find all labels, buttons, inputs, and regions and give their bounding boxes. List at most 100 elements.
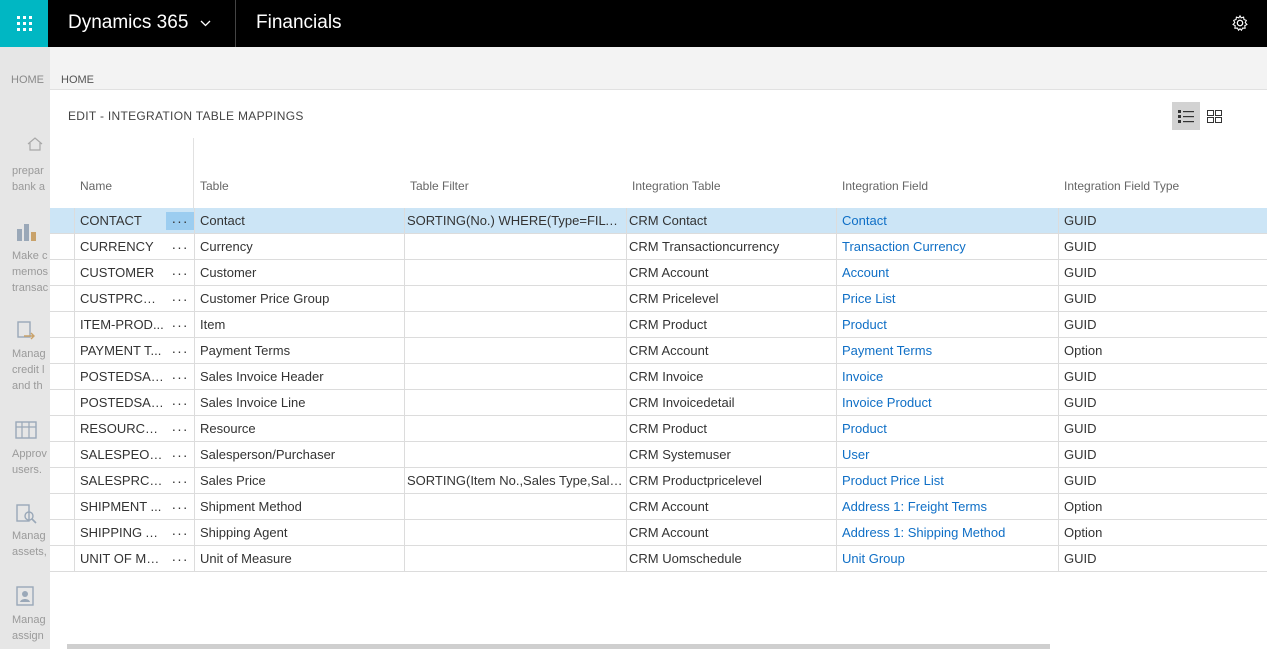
table-row[interactable]: SALESPRC-P... Sales Price SORTING(Item No.…: [50, 468, 1267, 494]
cell-integration-field-type: GUID: [1064, 473, 1097, 488]
cell-integration-field[interactable]: User: [842, 442, 1054, 467]
cell-integration-field[interactable]: Transaction Currency: [842, 234, 1054, 259]
row-menu-button[interactable]: ···: [166, 550, 194, 568]
row-menu-button[interactable]: ···: [166, 290, 194, 308]
cell-divider: [194, 442, 195, 467]
table-row[interactable]: CUSTOMER Customer CRM Account Account GUID ··…: [50, 260, 1267, 286]
horizontal-scrollbar[interactable]: [67, 644, 1050, 649]
cell-integration-table: CRM Invoice: [629, 369, 704, 384]
grid-header: Name Table Table Filter Integration Tabl…: [50, 138, 1267, 208]
cell-table: Resource: [200, 421, 256, 436]
table-row[interactable]: SALESPEOPLE Salesperson/Purchaser CRM Syst…: [50, 442, 1267, 468]
column-header-name[interactable]: Name: [80, 179, 112, 193]
cell-integration-field[interactable]: Product Price List: [842, 468, 1054, 493]
cell-divider: [836, 468, 837, 493]
cell-divider: [1058, 312, 1059, 337]
cell-integration-field-type: GUID: [1064, 369, 1097, 384]
table-row[interactable]: SHIPMENT ... Shipment Method CRM Account Ad…: [50, 494, 1267, 520]
module-name: Financials: [256, 12, 342, 33]
row-menu-button[interactable]: ···: [166, 446, 194, 464]
cell-divider: [74, 546, 75, 571]
table-row[interactable]: RESOURCE-... Resource CRM Product Product GU…: [50, 416, 1267, 442]
cell-divider: [836, 390, 837, 415]
cell-integration-field[interactable]: Price List: [842, 286, 1054, 311]
table-row[interactable]: POSTEDSAL... Sales Invoice Header CRM Invo…: [50, 364, 1267, 390]
table-row[interactable]: PAYMENT T... Payment Terms CRM Account Paym…: [50, 338, 1267, 364]
cell-integration-table: CRM Transactioncurrency: [629, 239, 780, 254]
cell-divider: [836, 442, 837, 467]
cell-name: CONTACT: [80, 213, 142, 228]
cell-divider: [74, 390, 75, 415]
edit-dialog: HOME EDIT - INTEGRATION TABLE MAPPINGS N…: [50, 47, 1267, 649]
cell-table: Unit of Measure: [200, 551, 292, 566]
cell-divider: [1058, 260, 1059, 285]
cell-integration-field[interactable]: Contact: [842, 208, 1054, 233]
table-row[interactable]: ITEM-PROD... Item CRM Product Product GUID ··…: [50, 312, 1267, 338]
cell-divider: [74, 286, 75, 311]
topbar-divider: [235, 0, 236, 47]
row-menu-button[interactable]: ···: [166, 264, 194, 282]
column-header-integration-field[interactable]: Integration Field: [842, 179, 928, 193]
cell-table: Customer Price Group: [200, 291, 330, 306]
column-header-table-filter[interactable]: Table Filter: [410, 179, 469, 193]
table-row[interactable]: UNIT OF ME... Unit of Measure CRM Uomsched…: [50, 546, 1267, 572]
row-menu-button[interactable]: ···: [166, 524, 194, 542]
column-header-integration-table[interactable]: Integration Table: [632, 179, 721, 193]
cell-divider: [836, 338, 837, 363]
cell-integration-field[interactable]: Invoice: [842, 364, 1054, 389]
cell-divider: [626, 494, 627, 519]
cell-integration-field-type: GUID: [1064, 213, 1097, 228]
background-item-3: Manag credit l and th: [12, 348, 46, 392]
column-header-table[interactable]: Table: [200, 179, 229, 193]
row-menu-button[interactable]: ···: [166, 472, 194, 490]
tile-view-button[interactable]: [1200, 102, 1228, 130]
cell-name: SHIPPING A...: [80, 525, 164, 540]
cell-divider: [836, 546, 837, 571]
list-view-button[interactable]: [1172, 102, 1200, 130]
cell-integration-field[interactable]: Product: [842, 416, 1054, 441]
row-menu-button[interactable]: ···: [166, 368, 194, 386]
cell-divider: [404, 390, 405, 415]
cell-name: PAYMENT T...: [80, 343, 162, 358]
cell-divider: [74, 468, 75, 493]
row-menu-button[interactable]: ···: [166, 342, 194, 360]
cell-integration-field[interactable]: Address 1: Shipping Method: [842, 520, 1054, 545]
gear-icon[interactable]: [1231, 14, 1249, 32]
cell-table-filter: [407, 286, 625, 311]
table-row[interactable]: POSTEDSAL... Sales Invoice Line CRM Invoic…: [50, 390, 1267, 416]
cell-integration-field-type: GUID: [1064, 239, 1097, 254]
cell-table-filter: [407, 234, 625, 259]
cell-divider: [404, 468, 405, 493]
cell-integration-field[interactable]: Invoice Product: [842, 390, 1054, 415]
row-menu-button[interactable]: ···: [166, 316, 194, 334]
cell-integration-field[interactable]: Unit Group: [842, 546, 1054, 571]
cell-integration-field[interactable]: Account: [842, 260, 1054, 285]
row-menu-button[interactable]: ···: [166, 498, 194, 516]
cell-table-filter: [407, 494, 625, 519]
table-row[interactable]: CURRENCY Currency CRM Transactioncurrency T…: [50, 234, 1267, 260]
table-row[interactable]: CONTACT Contact SORTING(No.) WHERE(Type=FI…: [50, 208, 1267, 234]
app-launcher-button[interactable]: [0, 0, 48, 47]
cell-divider: [836, 312, 837, 337]
column-header-integration-field-type[interactable]: Integration Field Type: [1064, 179, 1179, 193]
table-row[interactable]: SHIPPING A... Shipping Agent CRM Account Ad…: [50, 520, 1267, 546]
cell-divider: [1058, 546, 1059, 571]
cell-integration-table: CRM Uomschedule: [629, 551, 742, 566]
row-menu-button[interactable]: ···: [166, 394, 194, 412]
cell-integration-field[interactable]: Address 1: Freight Terms: [842, 494, 1054, 519]
cell-divider: [74, 208, 75, 233]
waffle-icon: [16, 16, 32, 31]
cell-integration-field[interactable]: Product: [842, 312, 1054, 337]
cell-table: Customer: [200, 265, 257, 280]
row-menu-button[interactable]: ···: [166, 420, 194, 438]
cell-table-filter: [407, 390, 625, 415]
cell-table: Shipment Method: [200, 499, 302, 514]
row-menu-button[interactable]: ···: [166, 238, 194, 256]
cell-integration-field-type: GUID: [1064, 447, 1097, 462]
breadcrumb-home[interactable]: HOME: [61, 74, 94, 86]
cell-integration-field[interactable]: Payment Terms: [842, 338, 1054, 363]
app-switcher[interactable]: Dynamics 365: [68, 12, 211, 34]
cell-divider: [836, 494, 837, 519]
table-row[interactable]: CUSTPRCGR... Customer Price Group CRM Pric…: [50, 286, 1267, 312]
row-menu-button[interactable]: ···: [166, 212, 194, 230]
